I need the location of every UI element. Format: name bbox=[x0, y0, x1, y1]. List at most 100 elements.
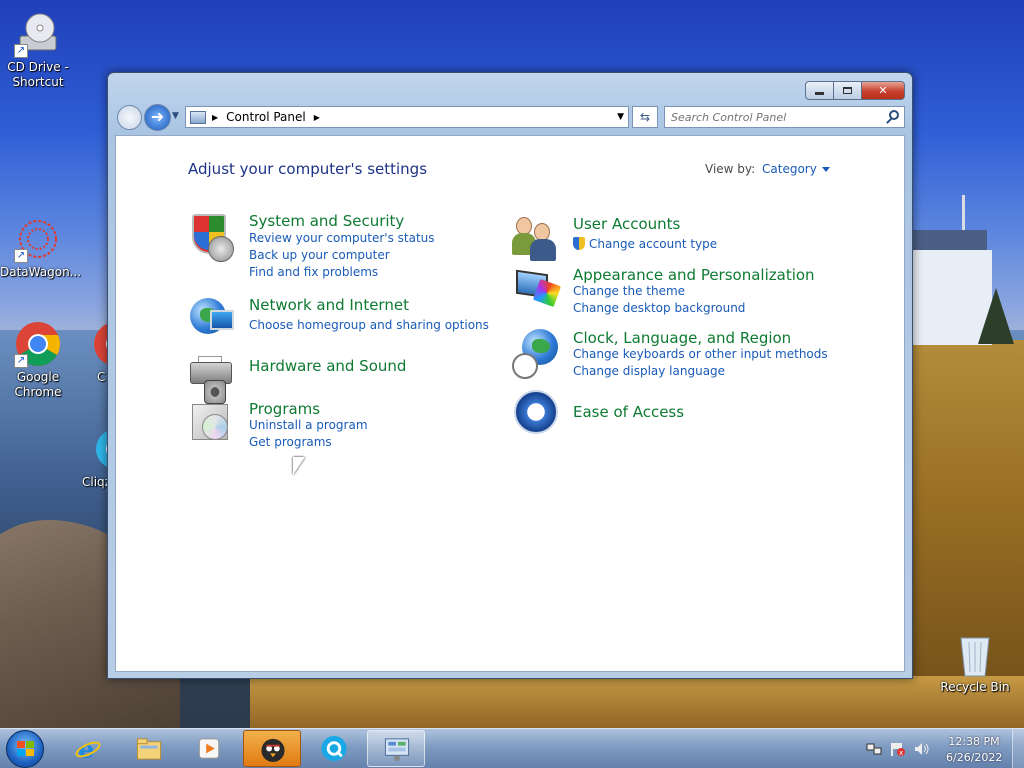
system-clock[interactable]: 12:38 PM 6/26/2022 bbox=[946, 734, 1002, 766]
recent-pages-button[interactable]: ▼ bbox=[172, 111, 179, 121]
maximize-button[interactable] bbox=[834, 81, 862, 100]
svg-text:x: x bbox=[899, 749, 903, 756]
category-title[interactable]: Ease of Access bbox=[573, 403, 684, 421]
printer-icon[interactable] bbox=[188, 356, 236, 404]
desktop-icon-label: DataWagon... bbox=[0, 265, 82, 279]
category-appearance: Appearance and Personalization Change th… bbox=[512, 266, 842, 316]
category-system-and-security: System and Security Review your computer… bbox=[188, 212, 488, 282]
shortcut-arrow-icon: ↗ bbox=[14, 354, 28, 368]
window-caption-buttons: ✕ bbox=[805, 81, 905, 100]
desktop-wallpaper-tree bbox=[978, 288, 1014, 344]
folder-icon bbox=[136, 738, 162, 760]
control-panel-window[interactable]: ✕ ➜ ▼ ▶ Control Panel ▶ ▼ ⇆ Adjust your … bbox=[107, 72, 913, 679]
cliqz-icon bbox=[321, 735, 347, 762]
show-desktop-button[interactable] bbox=[1012, 729, 1024, 768]
refresh-button[interactable]: ⇆ bbox=[632, 106, 658, 128]
address-bar[interactable]: ▶ Control Panel ▶ ▼ bbox=[185, 106, 629, 128]
link-label: Change account type bbox=[589, 237, 718, 251]
link-back-up[interactable]: Back up your computer bbox=[249, 248, 390, 262]
category-title[interactable]: User Accounts bbox=[573, 215, 680, 233]
minimize-button[interactable] bbox=[805, 81, 834, 100]
internet-explorer-icon: e bbox=[75, 735, 101, 762]
cliqz-icon bbox=[92, 425, 108, 473]
search-input[interactable] bbox=[671, 110, 883, 124]
link-change-background[interactable]: Change desktop background bbox=[573, 301, 745, 315]
programs-icon[interactable] bbox=[188, 400, 236, 448]
clock-globe-icon[interactable] bbox=[512, 329, 560, 379]
page-title: Adjust your computer's settings bbox=[188, 160, 428, 178]
desktop-icon-label: Recycle Bin bbox=[940, 680, 1010, 694]
taskbar-file-explorer[interactable] bbox=[120, 730, 178, 767]
category-title[interactable]: Programs bbox=[249, 400, 320, 418]
desktop-icon-label: CD Drive - Shortcut bbox=[7, 60, 69, 89]
clock-time: 12:38 PM bbox=[948, 735, 1000, 748]
category-user-accounts: System and Security User Accounts Change… bbox=[512, 215, 842, 265]
link-change-display-language[interactable]: Change display language bbox=[573, 364, 725, 378]
chevron-down-icon: ▼ bbox=[172, 111, 179, 121]
chrome-icon: ↗ bbox=[14, 320, 62, 368]
search-box[interactable] bbox=[664, 106, 905, 128]
network-icon[interactable] bbox=[188, 296, 236, 344]
taskbar: e x 12:38 PM 6/26/2022 bbox=[0, 728, 1024, 768]
breadcrumb-separator-icon[interactable]: ▶ bbox=[314, 113, 320, 122]
link-change-theme[interactable]: Change the theme bbox=[573, 284, 685, 298]
chrome-icon bbox=[92, 320, 108, 368]
taskbar-media-player[interactable] bbox=[181, 730, 239, 767]
breadcrumb-separator-icon[interactable]: ▶ bbox=[212, 113, 218, 122]
link-find-fix-problems[interactable]: Find and fix problems bbox=[249, 265, 378, 279]
link-change-keyboards[interactable]: Change keyboards or other input methods bbox=[573, 347, 828, 361]
volume-icon[interactable] bbox=[914, 742, 929, 756]
link-uninstall-program[interactable]: Uninstall a program bbox=[249, 418, 368, 432]
close-button[interactable]: ✕ bbox=[862, 81, 905, 100]
desktop-wallpaper-field bbox=[250, 676, 1024, 728]
recycle-bin-icon bbox=[951, 630, 999, 678]
shortcut-arrow-icon: ↗ bbox=[14, 249, 28, 263]
arrow-right-icon: ➜ bbox=[150, 107, 165, 126]
link-change-account-type[interactable]: Change account type bbox=[573, 237, 717, 251]
uac-shield-icon bbox=[573, 237, 585, 250]
desktop-icon-chrome-partial[interactable]: C bbox=[82, 320, 108, 385]
link-get-programs[interactable]: Get programs bbox=[249, 435, 332, 449]
angry-bird-icon bbox=[261, 738, 285, 763]
users-icon[interactable] bbox=[512, 215, 560, 263]
desktop-icon-recycle-bin[interactable]: Recycle Bin bbox=[937, 630, 1013, 695]
taskbar-cliqz[interactable] bbox=[305, 730, 363, 767]
network-tray-icon[interactable] bbox=[866, 742, 882, 756]
link-homegroup-sharing[interactable]: Choose homegroup and sharing options bbox=[249, 318, 489, 332]
link-review-status[interactable]: Review your computer's status bbox=[249, 231, 435, 245]
taskbar-control-panel[interactable] bbox=[367, 730, 425, 767]
restore-icon bbox=[843, 87, 852, 94]
breadcrumb-control-panel[interactable]: Control Panel bbox=[226, 110, 306, 124]
category-title[interactable]: Appearance and Personalization bbox=[573, 266, 815, 284]
category-title[interactable]: Network and Internet bbox=[249, 296, 409, 314]
view-by-dropdown[interactable]: Category bbox=[762, 162, 830, 176]
control-panel-icon bbox=[190, 110, 206, 124]
taskbar-internet-explorer[interactable]: e bbox=[59, 730, 117, 767]
back-button[interactable] bbox=[117, 105, 142, 130]
ease-of-access-icon[interactable] bbox=[512, 388, 560, 436]
category-title[interactable]: Hardware and Sound bbox=[249, 357, 406, 375]
shield-icon[interactable] bbox=[188, 212, 236, 262]
address-history-dropdown-icon[interactable]: ▼ bbox=[617, 112, 624, 122]
cd-drive-icon: ↗ bbox=[14, 10, 62, 58]
forward-button[interactable]: ➜ bbox=[144, 104, 171, 131]
category-ease-of-access: Ease of Access bbox=[512, 388, 842, 438]
mouse-pointer bbox=[293, 457, 305, 475]
desktop-icon-cliqz[interactable]: Cliqz bbox=[82, 425, 108, 490]
search-icon[interactable] bbox=[889, 110, 899, 120]
desktop-icon-datawagon[interactable]: ↗ DataWagon... bbox=[0, 215, 82, 280]
appearance-icon[interactable] bbox=[512, 266, 562, 314]
category-hardware-and-sound: Hardware and Sound bbox=[188, 356, 488, 406]
category-clock-language-region: Clock, Language, and Region Change keybo… bbox=[512, 329, 842, 384]
category-title[interactable]: Clock, Language, and Region bbox=[573, 329, 791, 347]
desktop-icon-google-chrome[interactable]: ↗ Google Chrome bbox=[0, 320, 76, 400]
minimize-icon bbox=[815, 92, 824, 95]
category-title[interactable]: System and Security bbox=[249, 212, 404, 230]
datawagon-icon: ↗ bbox=[14, 215, 62, 263]
content-pane: Adjust your computer's settings View by:… bbox=[115, 135, 905, 672]
action-center-flag-icon[interactable]: x bbox=[890, 742, 905, 757]
taskbar-bird-app[interactable] bbox=[243, 730, 301, 767]
start-button[interactable] bbox=[6, 730, 44, 768]
refresh-icon: ⇆ bbox=[639, 110, 651, 124]
desktop-icon-cd-drive[interactable]: ↗ CD Drive - Shortcut bbox=[0, 10, 76, 90]
